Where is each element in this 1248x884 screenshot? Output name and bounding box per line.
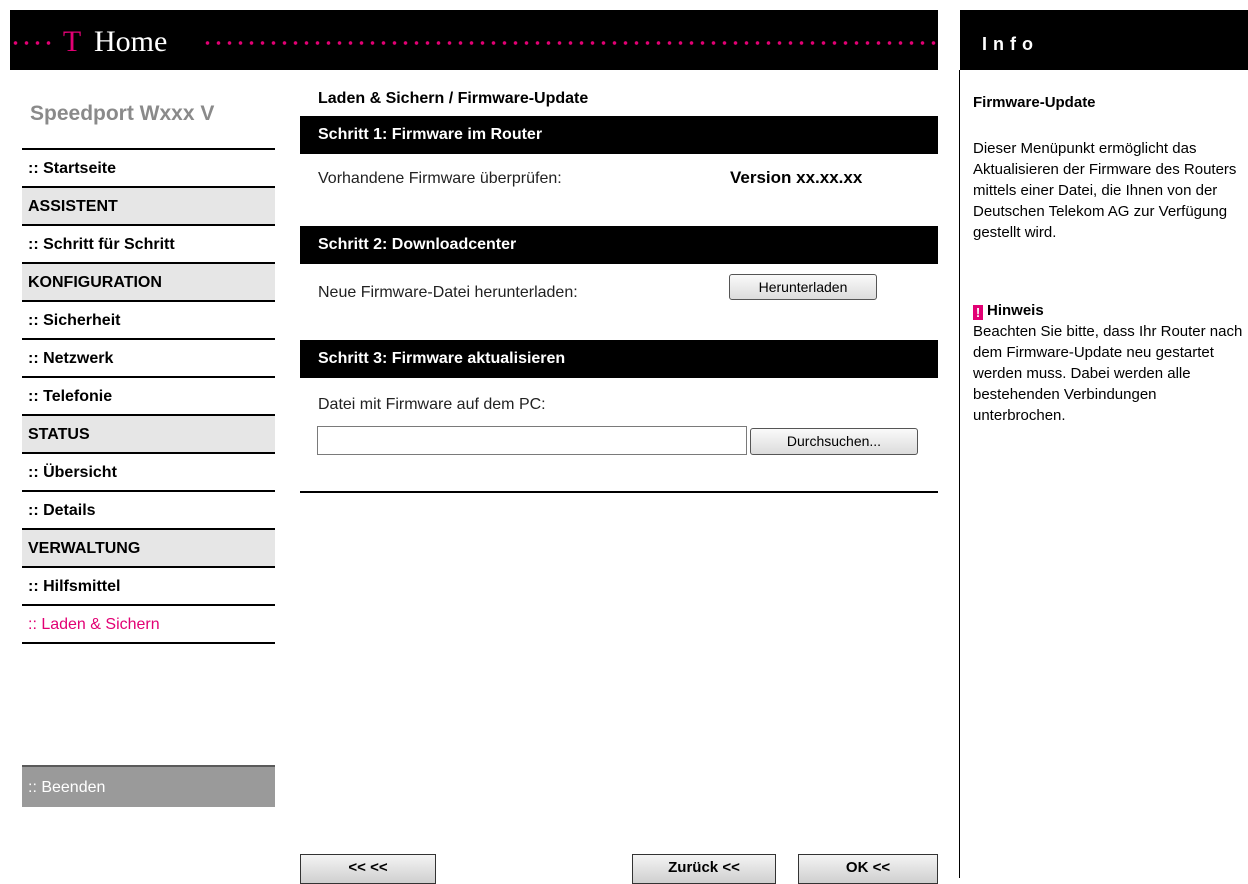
sidebar-section-konfiguration: KONFIGURATION [22, 262, 275, 300]
step2-label: Neue Firmware-Datei herunterladen: [318, 284, 578, 301]
exit-button[interactable]: :: Beenden [22, 765, 275, 807]
sidebar-item-hilfsmittel[interactable]: :: Hilfsmittel [22, 566, 275, 604]
sidebar-item-netzwerk[interactable]: :: Netzwerk [22, 338, 275, 376]
first-page-button[interactable]: << << [300, 854, 436, 884]
ok-button[interactable]: OK << [798, 854, 938, 884]
sidebar-nav: :: Startseite ASSISTENT :: Schritt für S… [22, 148, 275, 644]
sidebar-item-laden-sichern[interactable]: :: Laden & Sichern [22, 604, 275, 644]
warning-icon: ! [973, 305, 983, 320]
step1-label: Vorhandene Firmware überprüfen: [318, 170, 562, 187]
home-title: Home [94, 25, 168, 58]
info-description: Dieser Menüpunkt ermöglicht das Aktualis… [973, 140, 1237, 241]
step1-header: Schritt 1: Firmware im Router [300, 116, 938, 154]
sidebar-section-verwaltung: VERWALTUNG [22, 528, 275, 566]
firmware-file-input[interactable] [317, 426, 747, 455]
step3-label: Datei mit Firmware auf dem PC: [318, 396, 546, 413]
sidebar-item-telefonie[interactable]: :: Telefonie [22, 376, 275, 414]
back-button[interactable]: Zurück << [632, 854, 776, 884]
sidebar-section-status: STATUS [22, 414, 275, 452]
sidebar-item-sicherheit[interactable]: :: Sicherheit [22, 300, 275, 338]
info-header-bar: Info [960, 10, 1248, 70]
header-dots-right [202, 41, 938, 45]
step3-header: Schritt 3: Firmware aktualisieren [300, 340, 938, 378]
top-header-bar: T Home [10, 10, 938, 70]
firmware-version: Version xx.xx.xx [730, 168, 863, 187]
hinweis-block: ! Hinweis Beachten Sie bitte, dass Ihr Ro… [973, 300, 1248, 426]
info-title: Info [982, 34, 1039, 54]
download-button[interactable]: Herunterladen [729, 274, 877, 300]
telekom-logo-icon: T [62, 25, 82, 58]
sidebar-item-startseite[interactable]: :: Startseite [22, 148, 275, 186]
sidebar-item-uebersicht[interactable]: :: Übersicht [22, 452, 275, 490]
hinweis-text: Beachten Sie bitte, dass Ihr Router nach… [973, 323, 1243, 424]
sidebar-item-schritt-fuer-schritt[interactable]: :: Schritt für Schritt [22, 224, 275, 262]
info-subtitle: Firmware-Update [973, 94, 1096, 111]
info-divider [959, 70, 960, 878]
product-name: Speedport Wxxx V [30, 102, 215, 125]
sidebar-section-assistent: ASSISTENT [22, 186, 275, 224]
browse-button[interactable]: Durchsuchen... [750, 428, 918, 455]
breadcrumb: Laden & Sichern / Firmware-Update [318, 90, 589, 107]
step2-header: Schritt 2: Downloadcenter [300, 226, 938, 264]
main-divider [300, 491, 938, 493]
sidebar-item-details[interactable]: :: Details [22, 490, 275, 528]
header-dots-left [10, 41, 54, 45]
hinweis-title: Hinweis [987, 302, 1044, 319]
